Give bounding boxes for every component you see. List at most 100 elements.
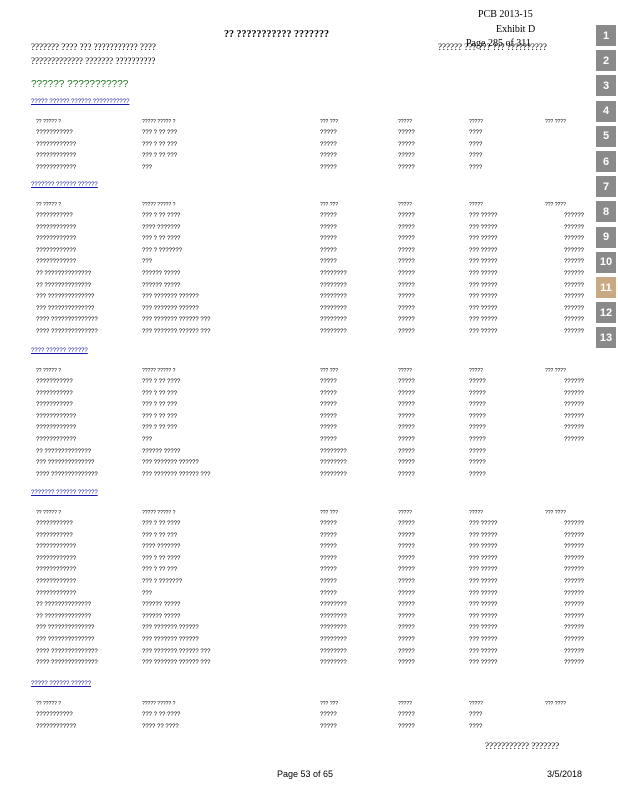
column-header: ??? ???? <box>545 368 566 374</box>
table-cell: ???????? <box>320 660 347 667</box>
table-cell: ??????????? <box>36 213 73 219</box>
table-cell: ?????? <box>563 213 584 219</box>
page-tab-4[interactable]: 4 <box>596 100 616 122</box>
table-cell: ???????? <box>320 471 347 478</box>
table-cell: ?????? <box>563 625 584 632</box>
page-tab-7[interactable]: 7 <box>596 176 616 198</box>
table-cell: ?????? <box>563 247 584 254</box>
table-cell: ??? ? ?? ???? <box>142 379 181 385</box>
table-cell: ??? ??????? ?????? <box>142 305 199 312</box>
column-header: ?? ????? ? <box>36 202 62 208</box>
table-cell: ??? ? ?? ??? <box>142 141 178 148</box>
column-header: ??? ??? <box>320 510 339 516</box>
page-tab-10[interactable]: 10 <box>596 251 616 273</box>
section-title: ??????? ?????? ?????? <box>31 182 98 188</box>
table-cell: ????? <box>398 247 415 254</box>
table-cell: ????? <box>469 413 486 420</box>
table-cell: ??? ? ?? ??? <box>142 402 178 409</box>
page-tab-2[interactable]: 2 <box>596 50 616 72</box>
column-header: ??? ??? <box>320 119 339 125</box>
table-cell: ??? ????? <box>469 224 498 231</box>
table-cell: ???????? <box>320 625 347 632</box>
table-cell: ????? <box>469 448 486 455</box>
table-cell: ??? ? ?? ??? <box>142 130 178 136</box>
table-cell: ???? ?????????????? <box>36 648 98 655</box>
table-cell: ???????? <box>320 329 347 335</box>
page-tab-3[interactable]: 3 <box>596 75 616 97</box>
table-cell: ??? ? ?? ???? <box>142 712 181 718</box>
table-cell: ?????? <box>563 413 584 420</box>
page-tab-9[interactable]: 9 <box>596 226 616 248</box>
table-cell: ??? ??????? ?????? ??? <box>142 329 211 335</box>
table-cell: ???? ?? ???? <box>142 723 179 730</box>
table-cell: ??????????? <box>36 390 73 397</box>
column-header: ????? <box>398 368 412 374</box>
table-cell: ????? <box>469 460 486 467</box>
exhibit-line-2: Exhibit D <box>496 24 536 35</box>
table-cell: ????? <box>398 579 415 585</box>
table-cell: ?????? <box>563 425 584 432</box>
table-cell: ????? <box>320 544 337 551</box>
table-cell: ?????? <box>563 567 584 574</box>
table-cell: ?? ?????????????? <box>36 448 92 455</box>
page-tab-6[interactable]: 6 <box>596 151 616 172</box>
table-cell: ???????? <box>320 294 347 301</box>
table-cell: ??????????? <box>36 712 73 718</box>
table-cell: ????? <box>398 613 415 620</box>
column-header: ????? <box>469 701 483 707</box>
table-cell: ??? ????? <box>469 637 498 643</box>
table-cell: ?????? <box>563 613 584 620</box>
page-tab-12[interactable]: 12 <box>596 302 616 324</box>
column-header: ??? ???? <box>545 202 566 208</box>
footer-page-number: Page 53 of 65 <box>277 769 334 779</box>
table-cell: ??? ? ?? ??? <box>142 413 178 420</box>
table-cell: ????? <box>398 471 415 478</box>
table-cell: ??? ?????????????? <box>36 625 95 632</box>
table-cell: ???????????? <box>36 723 77 730</box>
table-cell: ????? <box>398 660 415 667</box>
table-cell: ?????? <box>563 648 584 655</box>
page-tab-11[interactable]: 11 <box>596 277 616 298</box>
table-cell: ?????? <box>563 390 584 397</box>
page-tab-1[interactable]: 1 <box>596 25 616 46</box>
table-cell: ??? ? ?? ??? <box>142 532 178 539</box>
table-cell: ??? ? ?? ??? <box>142 425 178 432</box>
table-cell: ????? <box>320 259 337 266</box>
table-cell: ?????? <box>563 590 584 597</box>
table-cell: ?????? <box>563 544 584 551</box>
table-cell: ??? ????? <box>469 236 498 243</box>
table-cell: ??? ????? <box>469 590 498 597</box>
table-cell: ??? ?????????????? <box>36 305 95 312</box>
table-cell: ??????????? <box>36 402 73 409</box>
table-cell: ??? ?????????????? <box>36 294 95 301</box>
column-header: ??? ??? <box>320 701 339 707</box>
header-right: ?????? ??? ??? ??? ?????????? <box>438 42 547 52</box>
table-cell: ???? <box>469 712 483 718</box>
table-cell: ????? <box>398 224 415 231</box>
column-header: ??? ???? <box>545 119 566 125</box>
page-tab-8[interactable]: 8 <box>596 201 616 223</box>
column-header: ??? ??? <box>320 202 339 208</box>
table-cell: ?????? <box>563 437 584 443</box>
table-cell: ????? <box>398 521 415 527</box>
table-cell: ??? ????? <box>469 648 498 655</box>
table-cell: ??? <box>142 437 153 443</box>
page-tab-13[interactable]: 13 <box>596 327 616 349</box>
page-tab-5[interactable]: 5 <box>596 125 616 147</box>
table-cell: ????? <box>398 153 415 160</box>
table-cell: ?????? <box>563 236 584 243</box>
table-cell: ??? ? ?? ???? <box>142 236 181 243</box>
table-cell: ????? <box>398 413 415 420</box>
table-cell: ???????????? <box>36 259 77 266</box>
table-cell: ????? <box>398 259 415 266</box>
table-cell: ????? <box>469 471 486 478</box>
section-title: ???? ?????? ?????? <box>31 348 88 354</box>
table-cell: ????? <box>320 712 337 718</box>
table-cell: ??? ? ?? ??? <box>142 153 178 160</box>
column-header: ????? <box>398 202 412 208</box>
table-cell: ????? <box>320 164 337 171</box>
table-cell: ????? <box>398 625 415 632</box>
table-cell: ??? ????? <box>469 521 498 527</box>
table-cell: ???? <box>469 164 483 171</box>
table-cell: ??? ??????? ?????? <box>142 294 199 301</box>
